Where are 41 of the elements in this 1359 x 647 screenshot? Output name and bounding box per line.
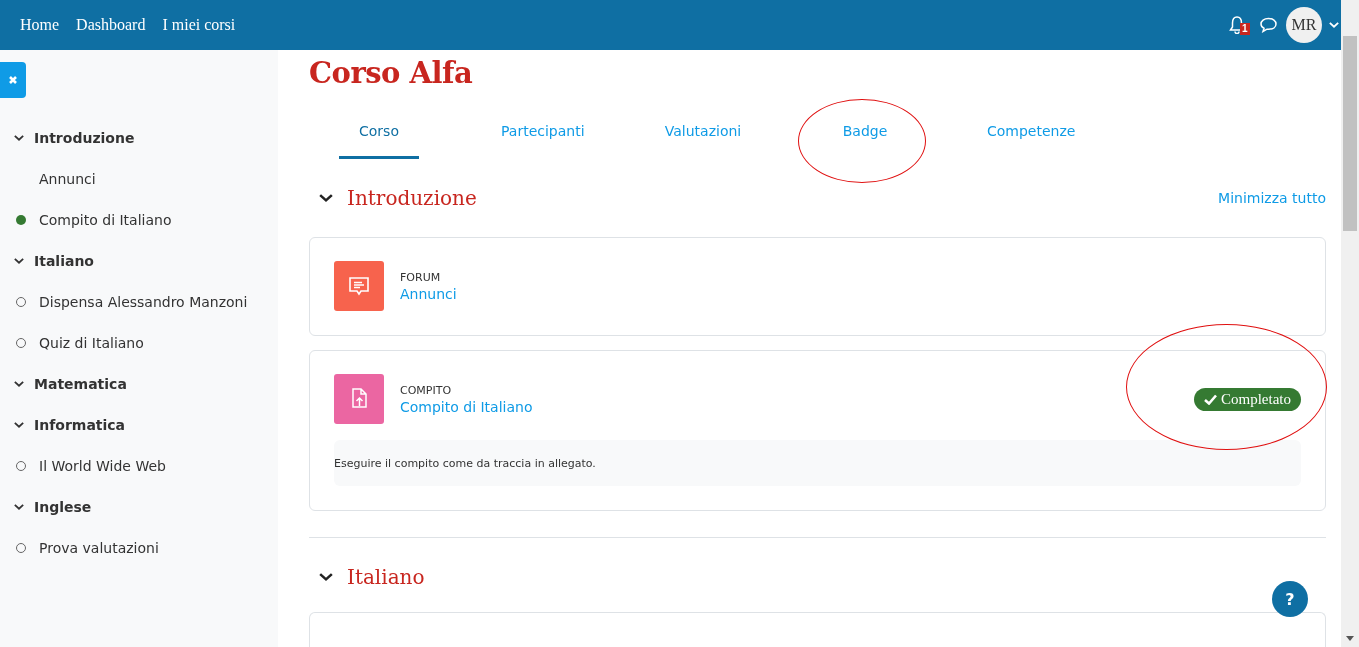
course-title: Corso Alfa: [309, 55, 474, 91]
chevron-icon[interactable]: [14, 420, 24, 429]
section-title: Introduzione: [347, 186, 478, 210]
scrollbar-track[interactable]: [1341, 0, 1359, 647]
sidebar-section[interactable]: Introduzione: [34, 129, 135, 146]
chevron-icon[interactable]: [14, 502, 24, 511]
caret-icon[interactable]: [1329, 21, 1339, 29]
chevron-icon[interactable]: [319, 193, 333, 203]
speech-bubble-icon: [334, 261, 384, 311]
sidebar-item[interactable]: Dispensa Alessandro Manzoni: [36, 293, 248, 310]
chevron-icon[interactable]: [319, 572, 333, 582]
nav-link[interactable]: Home: [20, 16, 60, 34]
sidebar-section[interactable]: Informatica: [34, 416, 126, 433]
file-upload-icon: [334, 374, 384, 424]
section-title: Italiano: [347, 565, 426, 589]
scrollbar-thumb[interactable]: [1343, 36, 1357, 231]
activity-type: COMPITO: [400, 383, 453, 397]
chevron-icon[interactable]: [14, 379, 24, 388]
sidebar-item[interactable]: Compito di Italiano: [36, 211, 172, 228]
sidebar-item[interactable]: Annunci: [36, 170, 96, 187]
tab[interactable]: Corso: [339, 111, 419, 159]
sidebar-item[interactable]: Il World Wide Web: [36, 457, 166, 474]
sidebar-section[interactable]: Italiano: [34, 252, 94, 269]
chevron-icon[interactable]: [14, 256, 24, 265]
close-icon: [8, 75, 18, 85]
close-drawer-button[interactable]: [0, 62, 26, 98]
sidebar-section[interactable]: Matematica: [34, 375, 127, 392]
completion-badge: Completato: [1194, 387, 1301, 411]
sidebar-section[interactable]: Inglese: [34, 498, 92, 515]
sidebar-item[interactable]: Prova valutazioni: [36, 539, 159, 556]
help-button[interactable]: ?: [1272, 581, 1308, 617]
nav-link[interactable]: I miei corsi: [162, 16, 236, 34]
sidebar-item[interactable]: Quiz di Italiano: [36, 334, 144, 351]
nav-link[interactable]: Dashboard: [76, 16, 146, 34]
activity-description: Eseguire il compito come da traccia in allegato.: [334, 457, 596, 470]
user-avatar[interactable]: MR: [1286, 7, 1322, 43]
chevron-icon[interactable]: [14, 133, 24, 142]
activity-type: FORUM: [400, 270, 442, 284]
notification-count: 1: [1240, 23, 1250, 35]
scroll-down-icon[interactable]: [1346, 636, 1354, 641]
speech-bubble-icon[interactable]: [1260, 17, 1277, 33]
